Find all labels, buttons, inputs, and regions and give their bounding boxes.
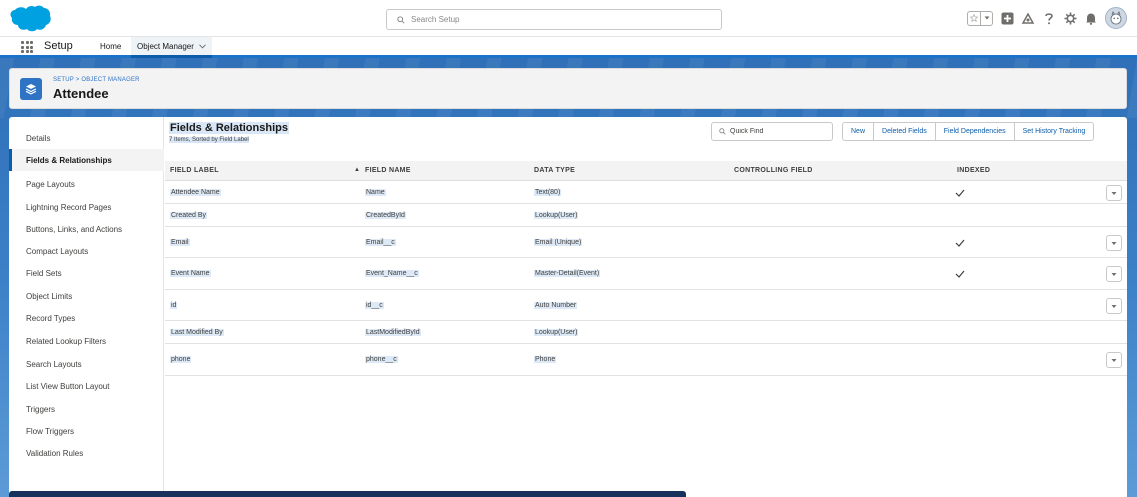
sidebar-item[interactable]: Page Layouts bbox=[9, 173, 164, 195]
sidebar-item[interactable]: Triggers bbox=[9, 398, 164, 420]
chevron-down-icon[interactable] bbox=[199, 43, 206, 49]
row-menu-icon[interactable] bbox=[1106, 235, 1122, 251]
sidebar-item[interactable]: Compact Layouts bbox=[9, 240, 164, 262]
sidebar-item[interactable]: Field Sets bbox=[9, 262, 164, 284]
quick-find-box[interactable] bbox=[711, 122, 833, 141]
sidebar-item[interactable]: Record Types bbox=[9, 307, 164, 329]
column-header-indexed[interactable]: INDEXED bbox=[957, 167, 990, 174]
data-type-cell: Lookup(User) bbox=[534, 329, 579, 336]
data-type-cell: Text(80) bbox=[534, 189, 562, 196]
checkmark-icon bbox=[955, 270, 965, 278]
sidebar-item[interactable]: Related Lookup Filters bbox=[9, 330, 164, 352]
sort-ascending-icon[interactable]: ▲ bbox=[354, 167, 360, 173]
table-row: Event Name Event_Name__c Master-Detail(Eve… bbox=[165, 258, 1127, 290]
sidebar-item[interactable]: Details bbox=[9, 127, 164, 149]
row-menu-icon[interactable] bbox=[1106, 266, 1122, 282]
layers-icon bbox=[20, 78, 42, 100]
data-type-cell: Auto Number bbox=[534, 302, 578, 309]
nav-tab-home[interactable]: Home bbox=[94, 37, 127, 55]
table-row: id id__c Auto Number bbox=[165, 290, 1127, 321]
trailhead-icon[interactable] bbox=[1021, 11, 1035, 25]
field-label-link[interactable]: Created By bbox=[170, 212, 208, 219]
fields-content: Fields & Relationships 7 Items, Sorted b… bbox=[165, 117, 1127, 497]
data-type-cell: Master-Detail(Event) bbox=[534, 270, 601, 277]
checkmark-icon bbox=[955, 239, 965, 247]
field-label-link[interactable]: Last Modified By bbox=[170, 329, 224, 336]
section-title: Fields & Relationships bbox=[169, 122, 289, 134]
field-name-cell: Email__c bbox=[365, 239, 396, 246]
deleted-fields-button[interactable]: Deleted Fields bbox=[874, 122, 936, 141]
new-button[interactable]: New bbox=[842, 122, 875, 141]
avatar[interactable] bbox=[1105, 7, 1127, 29]
page-title: Attendee bbox=[53, 86, 109, 101]
gear-icon[interactable] bbox=[1063, 11, 1077, 25]
table-row: Attendee Name Name Text(80) bbox=[165, 181, 1127, 204]
sidebar-item[interactable]: Validation Rules bbox=[9, 442, 164, 464]
field-label-link[interactable]: Event Name bbox=[170, 270, 211, 277]
sidebar-item[interactable]: Flow Triggers bbox=[9, 420, 164, 442]
table-row: Created By CreatedById Lookup(User) bbox=[165, 204, 1127, 227]
bell-icon[interactable] bbox=[1084, 11, 1098, 25]
table-header: FIELD LABEL ▲ FIELD NAME DATA TYPE CONTR… bbox=[165, 161, 1127, 181]
field-name-cell: Event_Name__c bbox=[365, 270, 419, 277]
column-header-field-label[interactable]: FIELD LABEL bbox=[170, 167, 219, 174]
section-subtitle: 7 Items, Sorted by Field Label bbox=[169, 137, 249, 143]
data-type-cell: Phone bbox=[534, 356, 557, 363]
nav-tab-object-manager-label: Object Manager bbox=[137, 41, 194, 51]
breadcrumb[interactable]: SETUP > OBJECT MANAGER bbox=[53, 77, 140, 83]
column-header-controlling-field[interactable]: CONTROLLING FIELD bbox=[734, 167, 813, 174]
data-type-cell: Lookup(User) bbox=[534, 212, 579, 219]
search-icon bbox=[719, 128, 726, 135]
help-icon[interactable] bbox=[1042, 11, 1056, 25]
salesforce-cloud-logo[interactable] bbox=[8, 4, 52, 32]
quick-find-input[interactable] bbox=[730, 128, 825, 135]
checkmark-icon bbox=[955, 189, 965, 197]
table-row: phone phone__c Phone bbox=[165, 344, 1127, 376]
field-label-link[interactable]: phone bbox=[170, 356, 192, 363]
data-type-cell: Email (Unique) bbox=[534, 239, 583, 246]
sidebar-item[interactable]: Lightning Record Pages bbox=[9, 196, 164, 218]
object-header: SETUP > OBJECT MANAGER Attendee bbox=[9, 68, 1127, 109]
row-menu-icon[interactable] bbox=[1106, 185, 1122, 201]
favorites-group bbox=[967, 10, 993, 26]
global-header bbox=[0, 0, 1137, 37]
utility-bar bbox=[9, 491, 686, 497]
sidebar-item[interactable]: Buttons, Links, and Actions bbox=[9, 218, 164, 240]
field-label-link[interactable]: Email bbox=[170, 239, 190, 246]
star-icon[interactable] bbox=[968, 12, 980, 25]
dropdown-icon[interactable] bbox=[980, 11, 992, 25]
table-row: Last Modified By LastModifiedById Lookup(U… bbox=[165, 321, 1127, 344]
field-name-cell: CreatedById bbox=[365, 212, 406, 219]
field-name-cell: phone__c bbox=[365, 356, 398, 363]
column-header-field-name[interactable]: FIELD NAME bbox=[365, 167, 411, 174]
app-navigation: Setup Home Object Manager bbox=[0, 37, 1137, 58]
nav-tab-object-manager[interactable]: Object Manager bbox=[131, 37, 212, 58]
table-row: Email Email__c Email (Unique) bbox=[165, 227, 1127, 258]
header-tools bbox=[967, 6, 1127, 30]
row-menu-icon[interactable] bbox=[1106, 298, 1122, 314]
field-label-link[interactable]: id bbox=[170, 302, 178, 309]
row-menu-icon[interactable] bbox=[1106, 352, 1122, 368]
global-search-box[interactable] bbox=[386, 9, 722, 30]
app-launcher-icon[interactable] bbox=[21, 41, 33, 53]
main-panel: Details Fields & Relationships Page Layout… bbox=[9, 117, 1127, 497]
field-label-link[interactable]: Attendee Name bbox=[170, 189, 221, 196]
sidebar-item[interactable]: Object Limits bbox=[9, 285, 164, 307]
object-sidebar: Details Fields & Relationships Page Layout… bbox=[9, 117, 164, 497]
set-history-tracking-button[interactable]: Set History Tracking bbox=[1014, 122, 1095, 141]
field-name-cell: id__c bbox=[365, 302, 384, 309]
app-name: Setup bbox=[44, 40, 73, 52]
sidebar-item[interactable]: List View Button Layout bbox=[9, 375, 164, 397]
action-buttons: New Deleted Fields Field Dependencies Se… bbox=[842, 122, 1095, 141]
sidebar-item[interactable]: Search Layouts bbox=[9, 353, 164, 375]
field-name-cell: LastModifiedById bbox=[365, 329, 421, 336]
sidebar-item[interactable]: Fields & Relationships bbox=[9, 149, 164, 171]
search-icon bbox=[397, 15, 405, 24]
field-dependencies-button[interactable]: Field Dependencies bbox=[935, 122, 1015, 141]
global-search-input[interactable] bbox=[411, 15, 691, 24]
add-icon[interactable] bbox=[1000, 11, 1014, 25]
column-header-data-type[interactable]: DATA TYPE bbox=[534, 167, 575, 174]
field-name-cell: Name bbox=[365, 189, 386, 196]
